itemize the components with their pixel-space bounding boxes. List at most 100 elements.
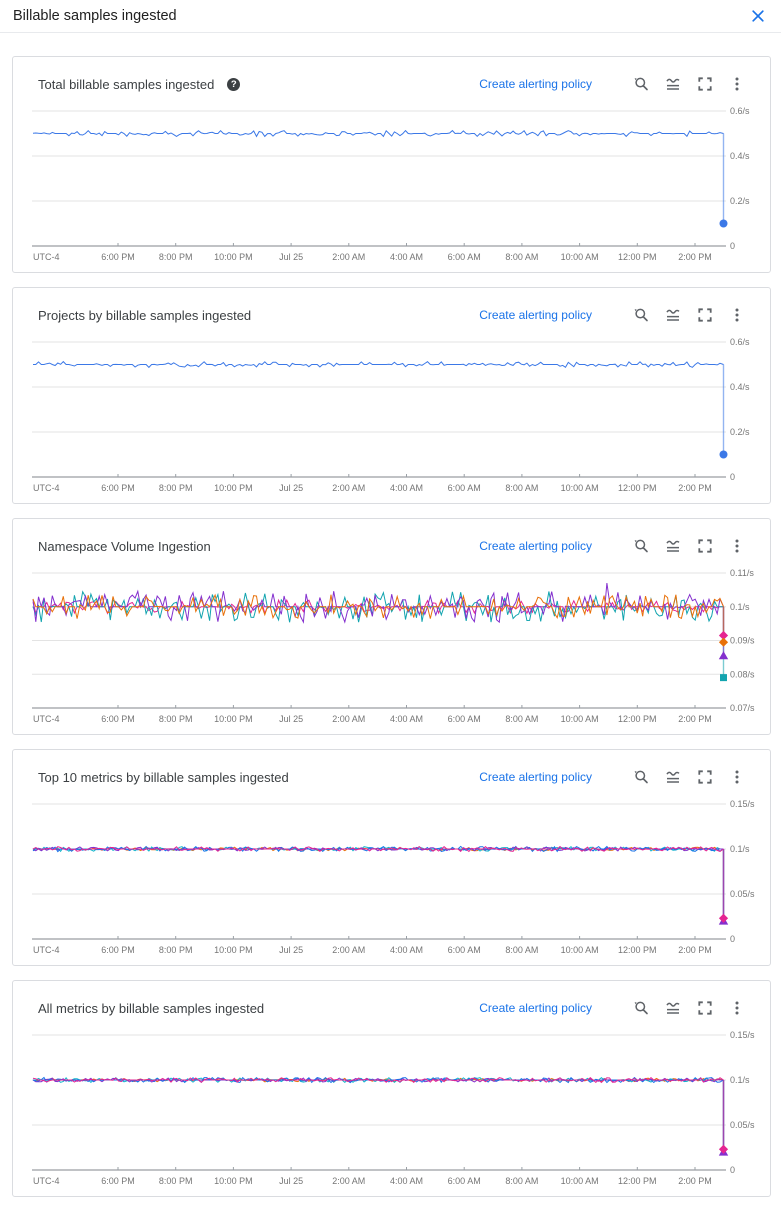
card-header: Projects by billable samples ingested Cr… [13, 288, 770, 326]
x-axis-label: 8:00 PM [159, 945, 193, 955]
y-axis-label: 0.08/s [730, 669, 755, 679]
chart-title: All metrics by billable samples ingested [38, 1001, 264, 1016]
chart-card-namespace-volume: Namespace Volume Ingestion Create alerti… [12, 518, 771, 735]
y-axis-label: 0.6/s [730, 106, 750, 116]
x-axis-label: 2:00 AM [332, 1176, 365, 1186]
card-header: Namespace Volume Ingestion Create alerti… [13, 519, 770, 557]
create-alerting-policy-link[interactable]: Create alerting policy [479, 77, 592, 91]
query-history-icon[interactable] [632, 768, 650, 786]
x-axis-label: 2:00 PM [678, 483, 712, 493]
fullscreen-icon[interactable] [696, 768, 714, 786]
x-axis-label: 8:00 AM [505, 714, 538, 724]
x-axis-label: 6:00 AM [448, 945, 481, 955]
x-axis-label: 6:00 AM [448, 1176, 481, 1186]
create-alerting-policy-link[interactable]: Create alerting policy [479, 1001, 592, 1015]
more-options-icon[interactable] [728, 306, 746, 324]
x-axis-label: 4:00 AM [390, 1176, 423, 1186]
metrics-explorer-icon[interactable] [664, 306, 682, 324]
x-axis-label: 8:00 PM [159, 483, 193, 493]
x-axis-label: 12:00 PM [618, 714, 657, 724]
chart-card-total-billable-samples: Total billable samples ingested ? Create… [12, 56, 771, 273]
more-options-icon[interactable] [728, 999, 746, 1017]
x-axis-label: 10:00 AM [561, 1176, 599, 1186]
y-axis-label: 0 [730, 472, 735, 482]
fullscreen-icon[interactable] [696, 306, 714, 324]
create-alerting-policy-link[interactable]: Create alerting policy [479, 770, 592, 784]
fullscreen-icon[interactable] [696, 75, 714, 93]
metrics-explorer-icon[interactable] [664, 768, 682, 786]
y-axis-label: 0.15/s [730, 799, 755, 809]
help-icon[interactable]: ? [227, 78, 240, 91]
create-alerting-policy-link[interactable]: Create alerting policy [479, 539, 592, 553]
x-axis-label: 8:00 AM [505, 1176, 538, 1186]
fullscreen-icon[interactable] [696, 537, 714, 555]
more-options-icon[interactable] [728, 768, 746, 786]
y-axis-label: 0.09/s [730, 636, 755, 646]
y-axis-label: 0.1/s [730, 844, 750, 854]
x-axis-label: 10:00 PM [214, 252, 253, 262]
x-axis-label: 6:00 PM [101, 714, 135, 724]
fullscreen-icon[interactable] [696, 999, 714, 1017]
chart[interactable]: 0.15/s0.1/s0.05/s0UTC-46:00 PM8:00 PM10:… [13, 790, 770, 965]
more-options-icon[interactable] [728, 537, 746, 555]
chart[interactable]: 0.11/s0.1/s0.09/s0.08/s0.07/sUTC-46:00 P… [13, 559, 770, 734]
chart-title: Top 10 metrics by billable samples inges… [38, 770, 289, 785]
x-axis-label: Jul 25 [279, 945, 303, 955]
chart[interactable]: 0.6/s0.4/s0.2/s0UTC-46:00 PM8:00 PM10:00… [13, 328, 770, 503]
x-axis-label: 2:00 AM [332, 714, 365, 724]
chart[interactable]: 0.15/s0.1/s0.05/s0UTC-46:00 PM8:00 PM10:… [13, 1021, 770, 1196]
x-axis-label: UTC-4 [33, 714, 60, 724]
series-end-marker [719, 651, 728, 659]
metrics-explorer-icon[interactable] [664, 75, 682, 93]
series-end-marker [719, 1145, 728, 1154]
x-axis-label: 8:00 AM [505, 483, 538, 493]
x-axis-label: 4:00 AM [390, 714, 423, 724]
x-axis-label: 8:00 AM [505, 945, 538, 955]
x-axis-label: 2:00 PM [678, 1176, 712, 1186]
card-header: Top 10 metrics by billable samples inges… [13, 750, 770, 788]
x-axis-label: 10:00 AM [561, 483, 599, 493]
y-axis-label: 0 [730, 241, 735, 251]
x-axis-label: Jul 25 [279, 1176, 303, 1186]
x-axis-label: UTC-4 [33, 1176, 60, 1186]
x-axis-label: 6:00 PM [101, 1176, 135, 1186]
x-axis-label: 6:00 AM [448, 714, 481, 724]
x-axis-label: 2:00 PM [678, 714, 712, 724]
create-alerting-policy-link[interactable]: Create alerting policy [479, 308, 592, 322]
query-history-icon[interactable] [632, 537, 650, 555]
y-axis-label: 0.2/s [730, 427, 750, 437]
y-axis-label: 0.2/s [730, 196, 750, 206]
x-axis-label: 12:00 PM [618, 1176, 657, 1186]
x-axis-label: UTC-4 [33, 252, 60, 262]
series-end-marker [719, 638, 728, 647]
chart-title: Namespace Volume Ingestion [38, 539, 211, 554]
chart[interactable]: 0.6/s0.4/s0.2/s0UTC-46:00 PM8:00 PM10:00… [13, 97, 770, 272]
card-header: All metrics by billable samples ingested… [13, 981, 770, 1019]
x-axis-label: 12:00 PM [618, 945, 657, 955]
query-history-icon[interactable] [632, 75, 650, 93]
chart-card-all-metrics: All metrics by billable samples ingested… [12, 980, 771, 1197]
x-axis-label: Jul 25 [279, 714, 303, 724]
x-axis-label: 4:00 AM [390, 945, 423, 955]
y-axis-label: 0.05/s [730, 889, 755, 899]
chart-title: Total billable samples ingested [38, 77, 214, 92]
charts-list: Total billable samples ingested ? Create… [0, 33, 781, 1221]
chart-title: Projects by billable samples ingested [38, 308, 251, 323]
x-axis-label: 6:00 AM [448, 252, 481, 262]
metrics-explorer-icon[interactable] [664, 537, 682, 555]
series-end-marker [720, 220, 728, 228]
series-line [33, 362, 724, 368]
y-axis-label: 0 [730, 934, 735, 944]
x-axis-label: 10:00 PM [214, 1176, 253, 1186]
query-history-icon[interactable] [632, 999, 650, 1017]
close-icon[interactable] [748, 6, 768, 26]
query-history-icon[interactable] [632, 306, 650, 324]
x-axis-label: UTC-4 [33, 945, 60, 955]
x-axis-label: 10:00 AM [561, 252, 599, 262]
x-axis-label: 10:00 PM [214, 945, 253, 955]
metrics-explorer-icon[interactable] [664, 999, 682, 1017]
card-header: Total billable samples ingested ? Create… [13, 57, 770, 95]
x-axis-label: 10:00 PM [214, 714, 253, 724]
x-axis-label: 8:00 AM [505, 252, 538, 262]
more-options-icon[interactable] [728, 75, 746, 93]
